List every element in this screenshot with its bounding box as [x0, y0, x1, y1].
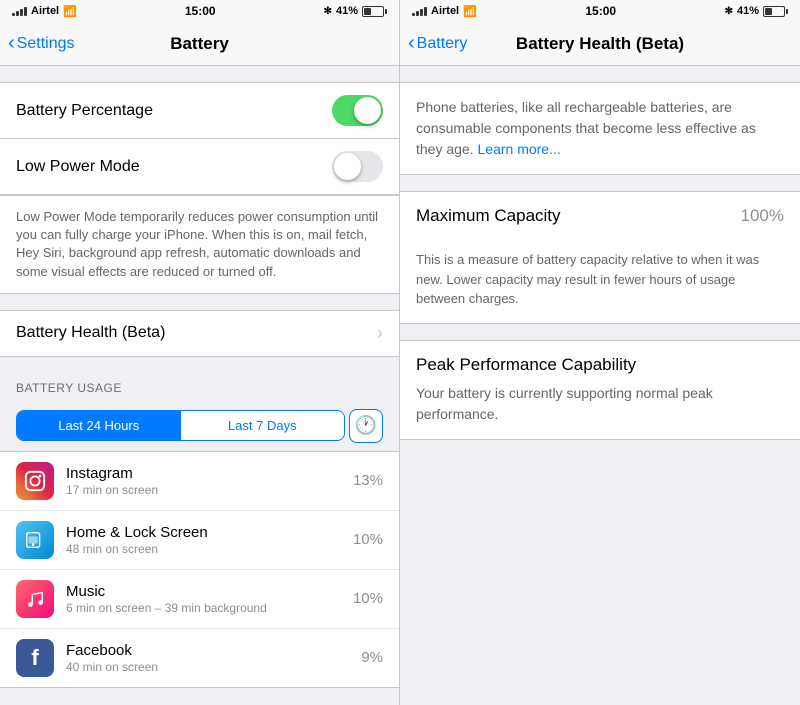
right-wifi-icon: 📶: [463, 5, 477, 18]
max-capacity-section: Maximum Capacity 100% This is a measure …: [400, 191, 800, 324]
right-status-left: Airtel 📶: [412, 5, 477, 18]
left-status-right: ✻ 41%: [324, 5, 387, 17]
left-nav-bar: ‹ Settings Battery: [0, 22, 399, 66]
music-time: 6 min on screen – 39 min background: [66, 601, 353, 615]
description-text: Low Power Mode temporarily reduces power…: [16, 209, 378, 279]
right-content: Phone batteries, like all rechargeable b…: [400, 66, 800, 705]
right-page-title: Battery Health (Beta): [516, 34, 684, 54]
facebook-letter: f: [31, 645, 38, 671]
low-power-description: Low Power Mode temporarily reduces power…: [0, 195, 399, 294]
facebook-percent: 9%: [361, 649, 383, 666]
toggle-knob-2: [334, 153, 361, 180]
facebook-info: Facebook 40 min on screen: [66, 642, 361, 674]
page-title: Battery: [170, 34, 229, 54]
instagram-info: Instagram 17 min on screen: [66, 465, 353, 497]
instagram-usage-row: Instagram 17 min on screen 13%: [0, 452, 399, 511]
facebook-time: 40 min on screen: [66, 660, 361, 674]
right-nav-bar: ‹ Battery Battery Health (Beta): [400, 22, 800, 66]
battery-icon: [362, 6, 387, 17]
music-percent: 10%: [353, 590, 383, 607]
capacity-desc-block: This is a measure of battery capacity re…: [400, 240, 800, 324]
peak-desc: Your battery is currently supporting nor…: [416, 383, 784, 425]
instagram-time: 17 min on screen: [66, 483, 353, 497]
learn-more-link[interactable]: Learn more...: [478, 141, 561, 157]
capacity-desc-text: This is a measure of battery capacity re…: [416, 250, 784, 309]
clock-button[interactable]: 🕐: [349, 409, 383, 443]
intro-block: Phone batteries, like all rechargeable b…: [400, 82, 800, 175]
capacity-value: 100%: [741, 206, 784, 226]
low-power-mode-row: Low Power Mode: [0, 139, 399, 194]
bluetooth-icon: ✻: [324, 6, 332, 17]
last-24-hours-tab[interactable]: Last 24 Hours: [17, 411, 181, 440]
homescreen-percent: 10%: [353, 531, 383, 548]
battery-percentage-toggle[interactable]: [332, 95, 383, 126]
battery-usage-header: BATTERY USAGE: [0, 373, 399, 401]
left-status-left: Airtel 📶: [12, 5, 77, 18]
music-icon: [16, 580, 54, 618]
instagram-name: Instagram: [66, 465, 353, 482]
peak-performance-section: Peak Performance Capability Your battery…: [400, 340, 800, 440]
wifi-icon: 📶: [63, 5, 77, 18]
battery-health-label: Battery Health (Beta): [16, 324, 165, 342]
right-status-time: 15:00: [585, 4, 616, 18]
clock-icon: 🕐: [355, 415, 377, 436]
intro-text: Phone batteries, like all rechargeable b…: [416, 97, 784, 160]
right-panel: Airtel 📶 15:00 ✻ 41% ‹ Battery B: [400, 0, 800, 705]
peak-title: Peak Performance Capability: [416, 355, 784, 375]
facebook-usage-row: f Facebook 40 min on screen 9%: [0, 629, 399, 687]
right-status-right: ✻ 41%: [725, 5, 788, 17]
homescreen-usage-row: Home & Lock Screen 48 min on screen 10%: [0, 511, 399, 570]
low-power-mode-toggle[interactable]: [332, 151, 383, 182]
capacity-label: Maximum Capacity: [416, 206, 561, 226]
time-tab-group: Last 24 Hours Last 7 Days: [16, 410, 345, 441]
back-button[interactable]: ‹ Settings: [8, 34, 74, 53]
left-panel: Airtel 📶 15:00 ✻ 41% ‹ Settings: [0, 0, 400, 705]
tab-bar: Last 24 Hours Last 7 Days 🕐: [0, 401, 399, 451]
signal-bars: [12, 7, 27, 16]
last-7-days-tab[interactable]: Last 7 Days: [181, 411, 345, 440]
left-status-time: 15:00: [185, 4, 216, 18]
battery-percentage-label: Battery Percentage: [16, 102, 153, 120]
facebook-icon: f: [16, 639, 54, 677]
right-battery-icon: [763, 6, 788, 17]
music-usage-row: Music 6 min on screen – 39 min backgroun…: [0, 570, 399, 629]
toggle-knob: [354, 97, 381, 124]
right-bluetooth-icon: ✻: [725, 6, 733, 17]
facebook-name: Facebook: [66, 642, 361, 659]
capacity-row: Maximum Capacity 100%: [400, 191, 800, 240]
back-label: Settings: [17, 35, 75, 53]
right-carrier-name: Airtel: [431, 5, 459, 17]
instagram-percent: 13%: [353, 472, 383, 489]
carrier-name: Airtel: [31, 5, 59, 17]
right-back-label: Battery: [417, 35, 468, 53]
toggle-group: Battery Percentage Low Power Mode: [0, 82, 399, 195]
low-power-mode-label: Low Power Mode: [16, 158, 140, 176]
music-info: Music 6 min on screen – 39 min backgroun…: [66, 583, 353, 615]
instagram-icon: [16, 462, 54, 500]
music-name: Music: [66, 583, 353, 600]
homescreen-name: Home & Lock Screen: [66, 524, 353, 541]
right-back-button[interactable]: ‹ Battery: [408, 34, 467, 53]
right-signal-bars: [412, 7, 427, 16]
battery-percentage-row: Battery Percentage: [0, 83, 399, 139]
battery-health-row[interactable]: Battery Health (Beta) ›: [0, 310, 399, 357]
right-chevron-left-icon: ‹: [408, 33, 415, 53]
left-content: Battery Percentage Low Power Mode L: [0, 66, 399, 705]
battery-percent: 41%: [336, 5, 358, 17]
homescreen-icon: [16, 521, 54, 559]
left-status-bar: Airtel 📶 15:00 ✻ 41%: [0, 0, 399, 22]
chevron-right-icon: ›: [377, 323, 383, 344]
right-battery-percent: 41%: [737, 5, 759, 17]
right-status-bar: Airtel 📶 15:00 ✻ 41%: [400, 0, 800, 22]
app-usage-list: Instagram 17 min on screen 13%: [0, 451, 399, 688]
chevron-left-icon: ‹: [8, 33, 15, 53]
settings-group: Battery Percentage Low Power Mode L: [0, 82, 399, 294]
intro-section: Phone batteries, like all rechargeable b…: [400, 82, 800, 175]
homescreen-info: Home & Lock Screen 48 min on screen: [66, 524, 353, 556]
homescreen-time: 48 min on screen: [66, 542, 353, 556]
